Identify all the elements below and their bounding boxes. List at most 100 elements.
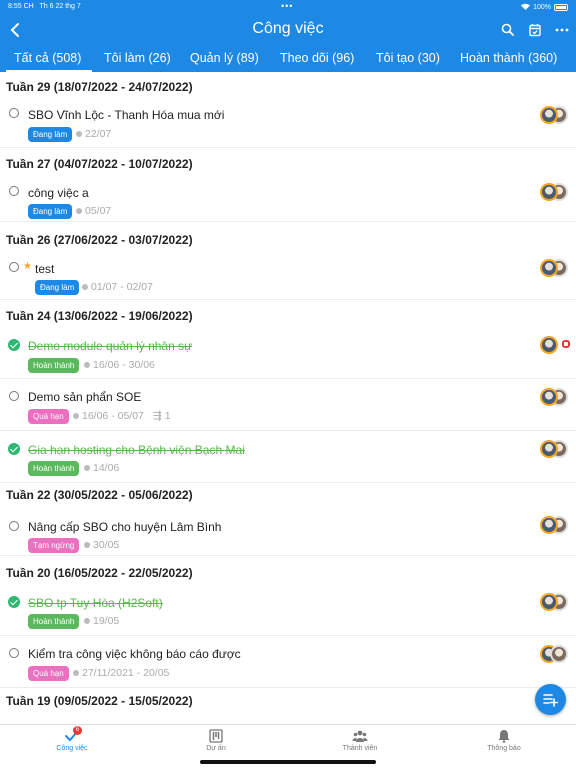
nav-label: Thông báo — [487, 745, 521, 752]
task-date: 30/05 — [84, 539, 119, 551]
wifi-icon — [521, 3, 531, 12]
clock-icon — [76, 131, 82, 137]
clock-icon — [84, 465, 90, 471]
add-list-icon — [543, 694, 558, 707]
assignee-avatars[interactable] — [540, 336, 570, 356]
subtask-icon: ⇶ — [152, 410, 162, 422]
clock-icon — [76, 208, 82, 214]
task-status-radio[interactable] — [9, 262, 19, 272]
status-badge: Đang làm — [35, 280, 80, 295]
status-badge: Hoàn thành — [28, 461, 80, 476]
status-time: 8:55 CH Th 6 22 thg 7 — [8, 3, 81, 10]
status-badge: Hoàn thành — [28, 614, 80, 629]
battery-icon — [554, 4, 568, 11]
task-name: SBO Vĩnh Lộc - Thanh Hóa mua mới — [28, 108, 225, 122]
task-name: công việc a — [28, 186, 89, 200]
avatar — [540, 516, 558, 534]
week-header: Tuần 19 (09/05/2022 - 15/05/2022) — [6, 694, 193, 708]
clock-icon — [84, 618, 90, 624]
task-row[interactable]: công việc a Đang làm 05/07 — [0, 174, 576, 222]
assignee-avatars[interactable] — [540, 645, 570, 665]
assignee-avatars[interactable] — [540, 593, 570, 613]
avatar — [550, 645, 568, 663]
search-button[interactable] — [500, 22, 516, 38]
task-name: SBO tp Tuy Hòa (H2Soft) — [28, 596, 163, 610]
task-row[interactable]: Gia hạn hosting cho Bệnh viện Bạch Mai H… — [0, 431, 576, 483]
task-row[interactable]: Nâng cấp SBO cho huyện Lâm Bình Tạm ngừn… — [0, 506, 576, 556]
completed-check-icon[interactable] — [8, 339, 20, 351]
status-badge: Tạm ngừng — [28, 538, 80, 553]
project-board-icon — [208, 729, 224, 743]
completed-check-icon[interactable] — [8, 443, 20, 455]
battery-percent: 100% — [533, 4, 551, 11]
bell-icon — [496, 729, 512, 743]
avatar — [540, 593, 558, 611]
task-date: 19/05 — [84, 615, 119, 627]
tab-my-tasks[interactable]: Tôi làm (26) — [104, 51, 171, 65]
task-date: 16/06 - 30/06 — [84, 359, 155, 371]
assignee-avatars[interactable] — [540, 440, 570, 460]
week-header: Tuần 20 (16/05/2022 - 22/05/2022) — [6, 566, 193, 580]
task-date: 14/06 — [84, 462, 119, 474]
task-row[interactable]: SBO tp Tuy Hòa (H2Soft) Hoàn thành 19/05 — [0, 584, 576, 636]
members-icon — [352, 729, 368, 743]
task-name: Gia hạn hosting cho Bệnh viện Bạch Mai — [28, 443, 245, 457]
task-row[interactable]: Demo module quản lý nhân sự Hoàn thành 1… — [0, 327, 576, 379]
task-status-radio[interactable] — [9, 186, 19, 196]
task-row[interactable]: Kiểm tra công việc không báo cáo được Qu… — [0, 636, 576, 688]
avatar — [540, 336, 558, 354]
nav-projects[interactable]: Dự án — [186, 729, 246, 752]
avatar — [540, 388, 558, 406]
task-date: 22/07 — [76, 128, 111, 140]
task-list[interactable]: Tuần 29 (18/07/2022 - 24/07/2022) SBO Vĩ… — [0, 72, 576, 724]
assignee-avatars[interactable] — [540, 259, 570, 279]
assignee-avatars[interactable] — [540, 106, 570, 126]
task-row[interactable]: SBO Vĩnh Lộc - Thanh Hóa mua mới Đang là… — [0, 98, 576, 148]
calendar-check-icon — [529, 24, 541, 37]
status-badge: Đang làm — [28, 204, 73, 219]
status-right: 100% — [521, 3, 568, 12]
avatar — [540, 259, 558, 277]
clock-icon — [82, 284, 88, 290]
app-header: 8:55 CH Th 6 22 thg 7 ••• 100% Công việc… — [0, 0, 576, 72]
more-options-button[interactable] — [554, 22, 570, 38]
tab-following[interactable]: Theo dõi (96) — [280, 51, 354, 65]
assignee-avatars[interactable] — [540, 388, 570, 408]
add-task-button[interactable] — [535, 684, 566, 715]
task-status-radio[interactable] — [9, 521, 19, 531]
task-status-radio[interactable] — [9, 648, 19, 658]
task-name: Demo module quản lý nhân sự — [28, 339, 193, 353]
assignee-avatars[interactable] — [540, 516, 570, 536]
search-icon — [501, 23, 514, 36]
tab-all[interactable]: Tất cả (508) — [14, 51, 81, 65]
week-header: Tuần 22 (30/05/2022 - 05/06/2022) — [6, 488, 193, 502]
task-name: Kiểm tra công việc không báo cáo được — [28, 647, 241, 661]
task-name: Demo sản phẩn SOE — [28, 390, 142, 404]
task-date: 01/07 - 02/07 — [82, 281, 153, 293]
task-row[interactable]: Demo sản phẩn SOE Quá hạn 16/06 - 05/07 ⇶… — [0, 379, 576, 431]
task-status-radio[interactable] — [9, 391, 19, 401]
avatar — [540, 440, 558, 458]
multitask-dots[interactable]: ••• — [281, 1, 293, 11]
calendar-button[interactable] — [527, 22, 543, 38]
home-indicator[interactable] — [200, 760, 376, 764]
clock-icon — [84, 542, 90, 548]
tab-managed[interactable]: Quản lý (89) — [190, 51, 259, 65]
star-icon[interactable]: ★ — [23, 261, 32, 272]
task-date: 27/11/2021 - 20/05 — [73, 667, 169, 679]
task-check-icon: 6 — [64, 726, 82, 743]
task-date: 16/06 - 05/07 ⇶ 1 — [73, 410, 171, 422]
nav-tasks[interactable]: 6 Công việc — [42, 726, 102, 752]
tab-completed[interactable]: Hoàn thành (360) — [460, 51, 557, 65]
week-header: Tuần 26 (27/06/2022 - 03/07/2022) — [6, 233, 193, 247]
nav-notifications[interactable]: Thông báo — [474, 729, 534, 752]
task-name: Nâng cấp SBO cho huyện Lâm Bình — [28, 520, 222, 534]
completed-check-icon[interactable] — [8, 596, 20, 608]
avatar — [540, 106, 558, 124]
clock-icon — [73, 413, 79, 419]
nav-members[interactable]: Thành viên — [330, 729, 390, 752]
assignee-avatars[interactable] — [540, 183, 570, 203]
task-row[interactable]: ★ test Đang làm 01/07 - 02/07 — [0, 250, 576, 300]
task-status-radio[interactable] — [9, 108, 19, 118]
tab-created[interactable]: Tôi tạo (30) — [376, 51, 440, 65]
